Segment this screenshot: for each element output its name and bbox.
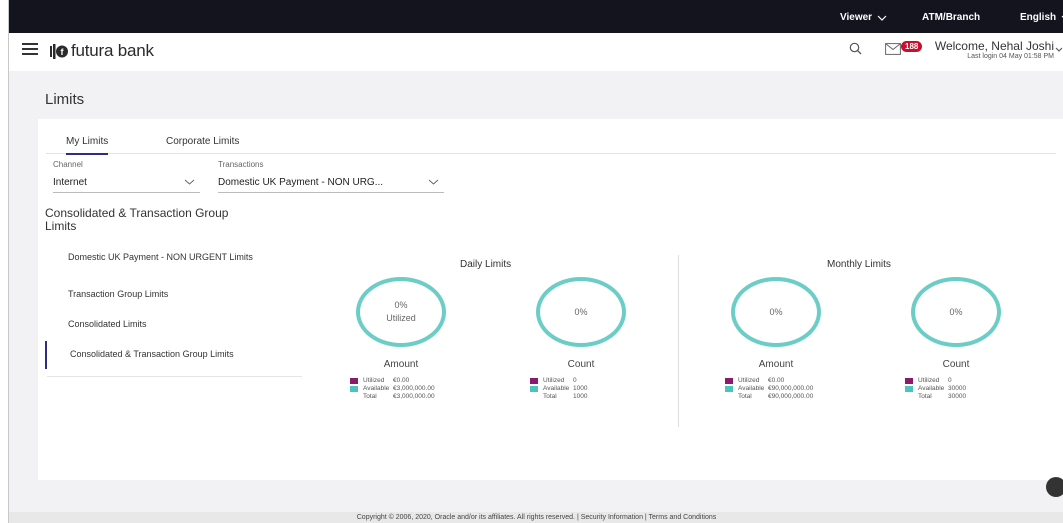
legend-key: Available <box>363 385 390 392</box>
divider <box>678 255 679 427</box>
legend-value: 30000 <box>948 393 967 400</box>
legend-value: €3,000,000.00 <box>393 385 435 392</box>
monthly-amount-legend: Utilized €0.00 Available €90,000,000.00 To… <box>725 377 813 401</box>
legend-key: Total <box>918 393 932 400</box>
legend-key: Utilized <box>918 377 940 384</box>
daily-count-label: Count <box>567 359 595 370</box>
welcome-text: Welcome, Nehal Joshi <box>934 39 1054 53</box>
language-label: English <box>1020 12 1057 23</box>
daily-amount-gauge: 0% Utilized <box>356 277 446 347</box>
app-frame: Viewer ATM/Branch English f futura bank <box>8 0 1063 523</box>
legend-value: €0.00 <box>393 377 410 384</box>
section-title: Consolidated & Transaction Group Limits <box>45 206 229 233</box>
app-header: f futura bank 188 Welcome, Nehal Joshi L… <box>9 33 1063 71</box>
daily-count-percent: 0% <box>574 306 588 317</box>
legend-value: €0.00 <box>768 377 785 384</box>
legend-value: 0 <box>948 377 952 384</box>
monthly-amount-label: Amount <box>758 359 794 370</box>
tab-bar: My Limits Corporate Limits <box>46 131 1056 155</box>
monthly-count-gauge: 0% <box>911 277 1001 347</box>
legend-key: Total <box>543 393 557 400</box>
atm-branch-label: ATM/Branch <box>922 12 981 23</box>
transactions-select[interactable]: Domestic UK Payment - NON URG... <box>218 174 444 193</box>
daily-amount-label: Amount <box>383 359 419 370</box>
atm-branch-link[interactable]: ATM/Branch <box>922 12 980 23</box>
legend-key: Utilized <box>738 377 760 384</box>
chevron-down-icon <box>877 15 887 21</box>
viewer-label: Viewer <box>840 12 873 23</box>
chevron-down-icon <box>184 179 195 185</box>
legend-value: 30000 <box>948 385 967 392</box>
legend-value: 0 <box>573 377 577 384</box>
legend-value: 1000 <box>573 385 588 392</box>
bank-logo[interactable]: f futura bank <box>50 41 154 61</box>
page-title: Limits <box>45 91 85 108</box>
transactions-value: Domestic UK Payment - NON URG... <box>218 177 384 188</box>
logo-icon: f <box>50 43 68 59</box>
menu-icon[interactable] <box>22 43 38 57</box>
search-icon[interactable] <box>849 42 862 60</box>
nav-consolidated-limits[interactable]: Consolidated Limits <box>45 319 302 330</box>
legend-key: Total <box>363 393 377 400</box>
channel-label: Channel <box>53 160 83 169</box>
legend-value: €3,000,000.00 <box>393 393 435 400</box>
transactions-label: Transactions <box>218 160 264 169</box>
daily-amount-percent: 0% <box>394 300 408 310</box>
chevron-down-icon[interactable] <box>1055 47 1063 53</box>
help-fab-button[interactable] <box>1046 477 1063 497</box>
daily-count-gauge: 0% <box>536 277 626 347</box>
limits-card: My Limits Corporate Limits Channel Inter… <box>38 119 1063 480</box>
monthly-limits-title: Monthly Limits <box>827 259 891 270</box>
tab-corporate-limits[interactable]: Corporate Limits <box>166 136 239 147</box>
viewer-menu[interactable]: Viewer <box>840 12 887 23</box>
channel-select[interactable]: Internet <box>53 174 200 193</box>
daily-amount-utilized-label: Utilized <box>386 313 416 323</box>
legend-key: Utilized <box>363 377 385 384</box>
mail-icon[interactable] <box>885 42 901 60</box>
legend-key: Available <box>543 385 570 392</box>
bank-name: futura bank <box>71 41 154 60</box>
language-menu[interactable]: English <box>1020 12 1063 23</box>
nav-domestic-uk-payment[interactable]: Domestic UK Payment - NON URGENT Limits <box>45 252 302 263</box>
legend-key: Total <box>738 393 752 400</box>
daily-limits-title: Daily Limits <box>460 259 512 270</box>
nav-transaction-group-limits[interactable]: Transaction Group Limits <box>45 289 302 300</box>
legend-key: Available <box>738 385 765 392</box>
legend-key: Available <box>918 385 945 392</box>
nav-consolidated-transaction-group-limits[interactable]: Consolidated & Transaction Group Limits <box>45 341 302 377</box>
legend-key: Utilized <box>543 377 565 384</box>
daily-amount-legend: Utilized €0.00 Available €3,000,000.00 Tot… <box>350 377 435 401</box>
monthly-amount-percent: 0% <box>769 306 783 317</box>
monthly-count-legend: Utilized 0 Available 30000 Total 30000 <box>905 377 966 401</box>
user-info[interactable]: Welcome, Nehal Joshi Last login 04 May 0… <box>929 39 1054 60</box>
legend-value: €90,000,000.00 <box>768 393 814 400</box>
footer: Copyright © 2006, 2020, Oracle and/or it… <box>9 512 1063 523</box>
daily-count-legend: Utilized 0 Available 1000 Total 1000 <box>530 377 587 401</box>
monthly-count-percent: 0% <box>949 306 963 317</box>
top-bar: Viewer ATM/Branch English <box>9 0 1063 33</box>
monthly-amount-gauge: 0% <box>731 277 821 347</box>
legend-value: €90,000,000.00 <box>768 385 814 392</box>
chevron-down-icon <box>428 179 439 185</box>
legend-value: 1000 <box>573 393 588 400</box>
last-login: Last login 04 May 01:58 PM <box>967 53 1054 60</box>
channel-value: Internet <box>53 177 87 188</box>
notification-badge: 188 <box>901 41 923 52</box>
monthly-count-label: Count <box>942 359 970 370</box>
tab-my-limits[interactable]: My Limits <box>66 136 109 155</box>
